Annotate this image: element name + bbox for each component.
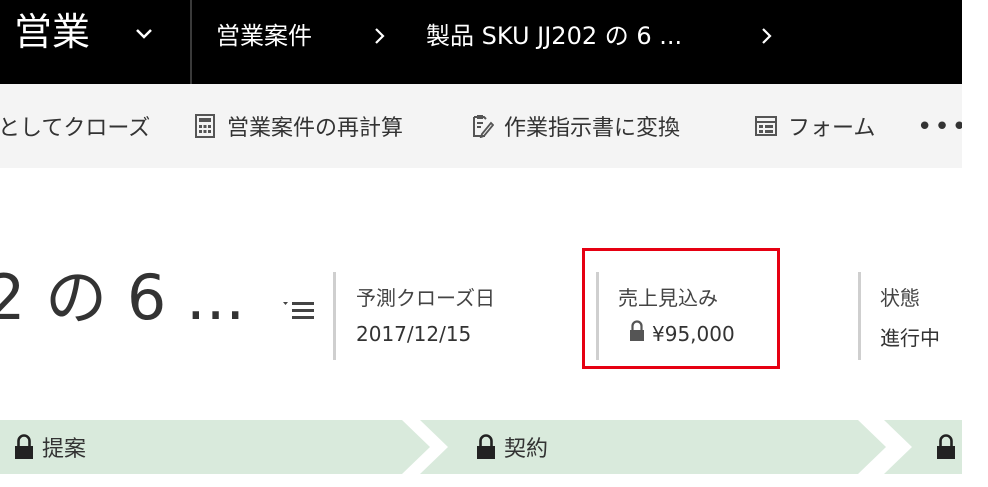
status-label: 状態	[880, 286, 920, 310]
chevron-right-icon[interactable]	[760, 26, 774, 46]
recalculate-button[interactable]: 営業案件の再計算	[193, 110, 403, 142]
convert-to-work-order-button[interactable]: 作業指示書に変換	[470, 110, 680, 142]
stage-contract-label: 契約	[504, 437, 549, 462]
stage-next[interactable]	[936, 420, 964, 474]
close-as-won-button[interactable]: 注としてクローズ	[0, 110, 150, 142]
chevron-right-icon	[375, 28, 385, 44]
lock-icon	[477, 434, 495, 459]
command-bar: 注としてクローズ 営業案件の再計算 作業指示書に変換 フォーム •••	[0, 84, 967, 168]
form-button[interactable]: フォーム	[754, 110, 875, 142]
app-title[interactable]: 営業	[14, 10, 90, 54]
right-margin	[962, 0, 988, 487]
edit-document-icon	[473, 115, 494, 138]
close-as-won-label: 注としてクローズ	[0, 116, 151, 141]
close-date-value: 2017/12/15	[356, 322, 472, 346]
close-date-label: 予測クローズ日	[356, 286, 495, 310]
form-icon	[755, 116, 777, 136]
status-value: 進行中	[880, 326, 940, 350]
calculator-icon	[195, 114, 215, 138]
revenue-highlight-box	[582, 248, 780, 369]
field-divider	[858, 272, 861, 360]
convert-to-work-order-label: 作業指示書に変換	[504, 116, 681, 141]
lock-icon	[15, 434, 33, 459]
breadcrumb-opportunities[interactable]: 営業案件	[216, 21, 312, 51]
record-menu-icon[interactable]	[283, 298, 315, 322]
record-title: 2 の 6 ...	[0, 261, 246, 334]
stage-contract[interactable]: 契約	[476, 420, 548, 474]
lock-icon	[937, 434, 955, 459]
recalculate-label: 営業案件の再計算	[227, 116, 404, 141]
field-divider	[333, 272, 336, 360]
stage-proposal[interactable]: 提案	[14, 420, 86, 474]
stage-proposal-label: 提案	[42, 437, 87, 462]
top-nav-bar: 営業 営業案件 製品 SKU JJ202 の 6 ...	[0, 0, 962, 84]
form-label: フォーム	[788, 116, 876, 141]
nav-divider	[190, 0, 192, 84]
breadcrumb-record[interactable]: 製品 SKU JJ202 の 6 ...	[426, 21, 682, 51]
chevron-down-icon[interactable]	[134, 23, 154, 43]
